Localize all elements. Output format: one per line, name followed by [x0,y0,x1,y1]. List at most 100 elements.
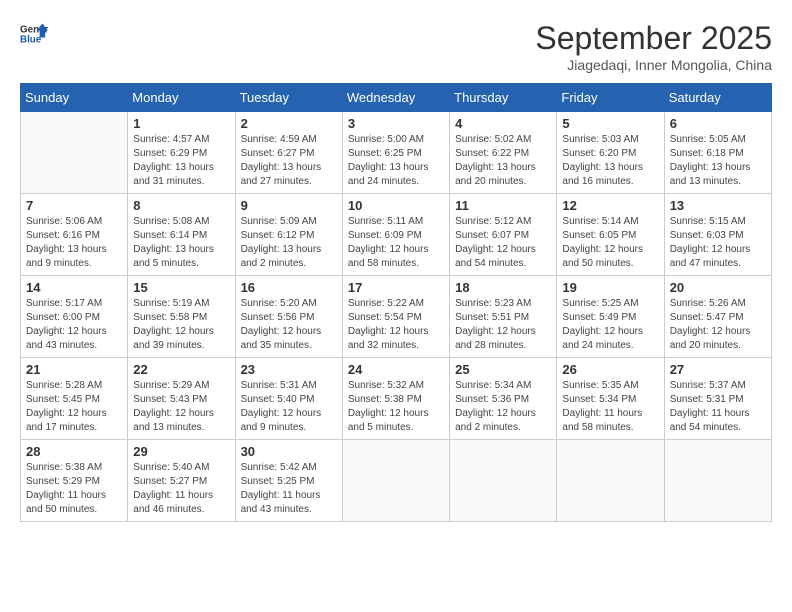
location-subtitle: Jiagedaqi, Inner Mongolia, China [535,57,772,73]
day-info: Sunrise: 5:05 AMSunset: 6:18 PMDaylight:… [670,133,766,189]
day-number: 29 [133,444,229,459]
calendar-cell: 6 Sunrise: 5:05 AMSunset: 6:18 PMDaylight… [664,112,771,194]
logo-icon: General Blue [20,20,48,48]
day-number: 12 [562,198,658,213]
calendar-cell: 27 Sunrise: 5:37 AMSunset: 5:31 PMDayligh… [664,358,771,440]
day-number: 28 [26,444,122,459]
day-number: 6 [670,116,766,131]
day-number: 9 [241,198,337,213]
day-number: 10 [348,198,444,213]
day-info: Sunrise: 5:02 AMSunset: 6:22 PMDaylight:… [455,133,551,189]
header-monday: Monday [128,84,235,112]
calendar-cell: 13 Sunrise: 5:15 AMSunset: 6:03 PMDayligh… [664,194,771,276]
calendar-cell: 22 Sunrise: 5:29 AMSunset: 5:43 PMDayligh… [128,358,235,440]
day-number: 18 [455,280,551,295]
day-number: 11 [455,198,551,213]
day-number: 20 [670,280,766,295]
day-info: Sunrise: 5:32 AMSunset: 5:38 PMDaylight:… [348,379,444,435]
calendar-cell: 10Sunrise: 5:11 AMSunset: 6:09 PMDayligh… [342,194,449,276]
day-info: Sunrise: 5:35 AMSunset: 5:34 PMDaylight:… [562,379,658,435]
day-info: Sunrise: 5:29 AMSunset: 5:43 PMDaylight:… [133,379,229,435]
day-info: Sunrise: 5:14 AMSunset: 6:05 PMDaylight:… [562,215,658,271]
day-info: Sunrise: 5:31 AMSunset: 5:40 PMDaylight:… [241,379,337,435]
day-info: Sunrise: 5:09 AMSunset: 6:12 PMDaylight:… [241,215,337,271]
header-thursday: Thursday [450,84,557,112]
day-info: Sunrise: 5:22 AMSunset: 5:54 PMDaylight:… [348,297,444,353]
calendar-cell: 2 Sunrise: 4:59 AMSunset: 6:27 PMDaylight… [235,112,342,194]
header-tuesday: Tuesday [235,84,342,112]
calendar-cell: 28 Sunrise: 5:38 AMSunset: 5:29 PMDayligh… [21,440,128,522]
calendar-cell: 30Sunrise: 5:42 AMSunset: 5:25 PMDayligh… [235,440,342,522]
day-info: Sunrise: 5:00 AMSunset: 6:25 PMDaylight:… [348,133,444,189]
svg-text:Blue: Blue [20,34,42,45]
day-number: 17 [348,280,444,295]
day-number: 22 [133,362,229,377]
calendar-cell: 15Sunrise: 5:19 AMSunset: 5:58 PMDayligh… [128,276,235,358]
day-info: Sunrise: 5:26 AMSunset: 5:47 PMDaylight:… [670,297,766,353]
header-friday: Friday [557,84,664,112]
calendar-cell: 21 Sunrise: 5:28 AMSunset: 5:45 PMDayligh… [21,358,128,440]
day-info: Sunrise: 5:25 AMSunset: 5:49 PMDaylight:… [562,297,658,353]
calendar-table: Sunday Monday Tuesday Wednesday Thursday… [20,83,772,522]
day-number: 21 [26,362,122,377]
day-info: Sunrise: 5:17 AMSunset: 6:00 PMDaylight:… [26,297,122,353]
calendar-week-row: 14Sunrise: 5:17 AMSunset: 6:00 PMDayligh… [21,276,772,358]
month-title: September 2025 [535,20,772,57]
calendar-cell: 16Sunrise: 5:20 AMSunset: 5:56 PMDayligh… [235,276,342,358]
calendar-week-row: 21 Sunrise: 5:28 AMSunset: 5:45 PMDayligh… [21,358,772,440]
day-number: 26 [562,362,658,377]
calendar-cell: 24 Sunrise: 5:32 AMSunset: 5:38 PMDayligh… [342,358,449,440]
calendar-cell: 12 Sunrise: 5:14 AMSunset: 6:05 PMDayligh… [557,194,664,276]
header-saturday: Saturday [664,84,771,112]
calendar-cell: 14Sunrise: 5:17 AMSunset: 6:00 PMDayligh… [21,276,128,358]
day-number: 27 [670,362,766,377]
day-number: 24 [348,362,444,377]
day-number: 19 [562,280,658,295]
calendar-cell [557,440,664,522]
calendar-cell: 17 Sunrise: 5:22 AMSunset: 5:54 PMDayligh… [342,276,449,358]
day-number: 23 [241,362,337,377]
day-info: Sunrise: 4:59 AMSunset: 6:27 PMDaylight:… [241,133,337,189]
calendar-cell: 29 Sunrise: 5:40 AMSunset: 5:27 PMDayligh… [128,440,235,522]
title-section: September 2025 Jiagedaqi, Inner Mongolia… [535,20,772,73]
day-number: 13 [670,198,766,213]
day-info: Sunrise: 4:57 AMSunset: 6:29 PMDaylight:… [133,133,229,189]
calendar-cell: 23 Sunrise: 5:31 AMSunset: 5:40 PMDayligh… [235,358,342,440]
day-info: Sunrise: 5:34 AMSunset: 5:36 PMDaylight:… [455,379,551,435]
day-number: 7 [26,198,122,213]
day-number: 8 [133,198,229,213]
calendar-cell: 9 Sunrise: 5:09 AMSunset: 6:12 PMDaylight… [235,194,342,276]
calendar-week-row: 1 Sunrise: 4:57 AMSunset: 6:29 PMDaylight… [21,112,772,194]
calendar-week-row: 7Sunrise: 5:06 AMSunset: 6:16 PMDaylight… [21,194,772,276]
day-info: Sunrise: 5:38 AMSunset: 5:29 PMDaylight:… [26,461,122,517]
header-wednesday: Wednesday [342,84,449,112]
header-sunday: Sunday [21,84,128,112]
calendar-cell: 26 Sunrise: 5:35 AMSunset: 5:34 PMDayligh… [557,358,664,440]
calendar-week-row: 28 Sunrise: 5:38 AMSunset: 5:29 PMDayligh… [21,440,772,522]
day-info: Sunrise: 5:23 AMSunset: 5:51 PMDaylight:… [455,297,551,353]
day-info: Sunrise: 5:37 AMSunset: 5:31 PMDaylight:… [670,379,766,435]
day-info: Sunrise: 5:15 AMSunset: 6:03 PMDaylight:… [670,215,766,271]
day-number: 25 [455,362,551,377]
calendar-cell: 18 Sunrise: 5:23 AMSunset: 5:51 PMDayligh… [450,276,557,358]
calendar-cell: 3Sunrise: 5:00 AMSunset: 6:25 PMDaylight… [342,112,449,194]
day-info: Sunrise: 5:40 AMSunset: 5:27 PMDaylight:… [133,461,229,517]
day-info: Sunrise: 5:08 AMSunset: 6:14 PMDaylight:… [133,215,229,271]
day-number: 1 [133,116,229,131]
page-header: General Blue General Blue September 2025… [20,20,772,73]
logo: General Blue General Blue [20,20,48,48]
day-number: 4 [455,116,551,131]
calendar-cell: 4 Sunrise: 5:02 AMSunset: 6:22 PMDaylight… [450,112,557,194]
calendar-cell [664,440,771,522]
calendar-cell: 5Sunrise: 5:03 AMSunset: 6:20 PMDaylight… [557,112,664,194]
calendar-cell: 25 Sunrise: 5:34 AMSunset: 5:36 PMDayligh… [450,358,557,440]
day-number: 2 [241,116,337,131]
day-info: Sunrise: 5:28 AMSunset: 5:45 PMDaylight:… [26,379,122,435]
calendar-cell [21,112,128,194]
calendar-cell [450,440,557,522]
day-number: 16 [241,280,337,295]
day-info: Sunrise: 5:42 AMSunset: 5:25 PMDaylight:… [241,461,337,517]
calendar-cell: 19 Sunrise: 5:25 AMSunset: 5:49 PMDayligh… [557,276,664,358]
calendar-cell: 20 Sunrise: 5:26 AMSunset: 5:47 PMDayligh… [664,276,771,358]
calendar-cell [342,440,449,522]
